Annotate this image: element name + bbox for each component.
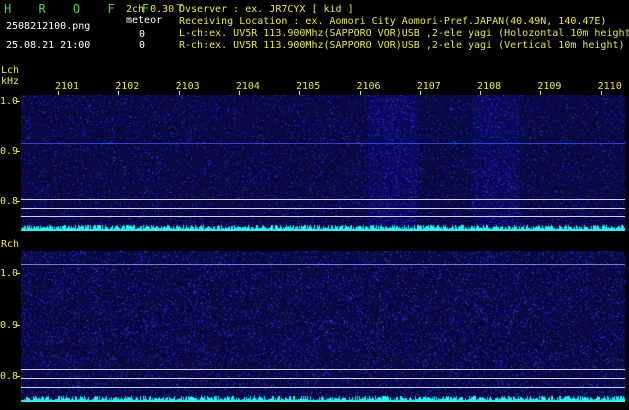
lch-meteor-count: 0 xyxy=(139,29,146,40)
rch-ref-line xyxy=(21,387,625,388)
lch-config-line: L-ch:ex. UV5R 113.900Mhz(SAPPORO VOR)USB… xyxy=(179,28,629,39)
lch-spectrogram xyxy=(21,95,625,231)
filename-label: 2508212100.png xyxy=(6,21,91,32)
lch-ref-line xyxy=(21,216,625,217)
lch-signal-line xyxy=(21,143,625,144)
lch-ref-line xyxy=(21,199,625,200)
meteor-label: meteor xyxy=(126,15,163,26)
lch-unit-label: kHz xyxy=(1,76,20,87)
lch-ytick-mark xyxy=(16,101,20,102)
mode-label: 2ch 0.30 xyxy=(126,4,175,15)
lch-ref-line xyxy=(21,208,625,209)
rch-ytick-mark xyxy=(16,325,20,326)
lch-channel-label: Lch xyxy=(1,65,20,76)
rch-ref-line xyxy=(21,378,625,379)
rch-ytick-mark xyxy=(16,273,20,274)
lch-spectrogram-canvas xyxy=(21,95,625,231)
rch-ytick-mark xyxy=(16,376,20,377)
rch-meteor-count: 0 xyxy=(139,40,146,51)
rch-config-line: R-ch:ex. UV5R 113.900Mhz(SAPPORO VOR)USB… xyxy=(179,40,625,51)
rch-signal-line xyxy=(21,264,625,265)
rch-ref-line xyxy=(21,369,625,370)
rch-channel-label: Rch xyxy=(1,239,20,250)
observer-line: Ovserver : ex. JR7CYX [ kid ] xyxy=(179,4,354,15)
lch-ytick-mark xyxy=(16,201,20,202)
rch-spectrogram xyxy=(21,251,625,402)
lch-ytick-mark xyxy=(16,151,20,152)
rch-spectrogram-canvas xyxy=(21,251,625,402)
location-line: Receiving Location : ex. Aomori City Aom… xyxy=(179,16,607,27)
datetime-label: 25.08.21 21:00 xyxy=(6,40,91,51)
